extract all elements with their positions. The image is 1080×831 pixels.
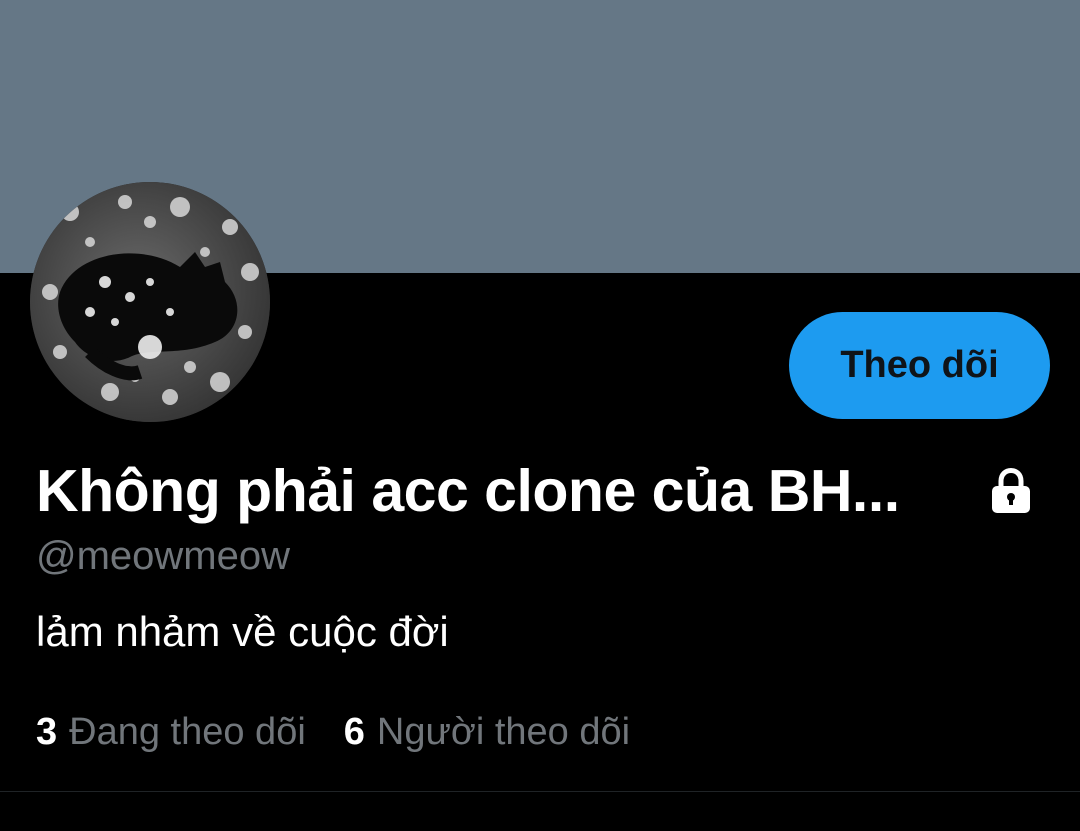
following-label: Đang theo dõi (69, 711, 306, 753)
follow-button[interactable]: Theo dõi (789, 312, 1050, 419)
avatar[interactable] (30, 182, 270, 422)
followers-label: Người theo dõi (376, 711, 631, 753)
lock-icon (992, 467, 1030, 513)
following-stat[interactable]: 3 Đang theo dõi (36, 708, 306, 756)
cat-photo (30, 182, 270, 422)
bio: lảm nhảm về cuộc đời (36, 608, 449, 655)
followers-stat[interactable]: 6 Người theo dõi (344, 708, 630, 756)
followers-count: 6 (343, 711, 365, 753)
display-name: Không phải acc clone của BH... (36, 458, 900, 524)
divider (0, 791, 1080, 792)
handle: @meowmeow (36, 534, 291, 578)
following-count: 3 (36, 711, 58, 753)
profile-stats: 3 Đang theo dõi 6 Người theo dõi (36, 708, 668, 756)
